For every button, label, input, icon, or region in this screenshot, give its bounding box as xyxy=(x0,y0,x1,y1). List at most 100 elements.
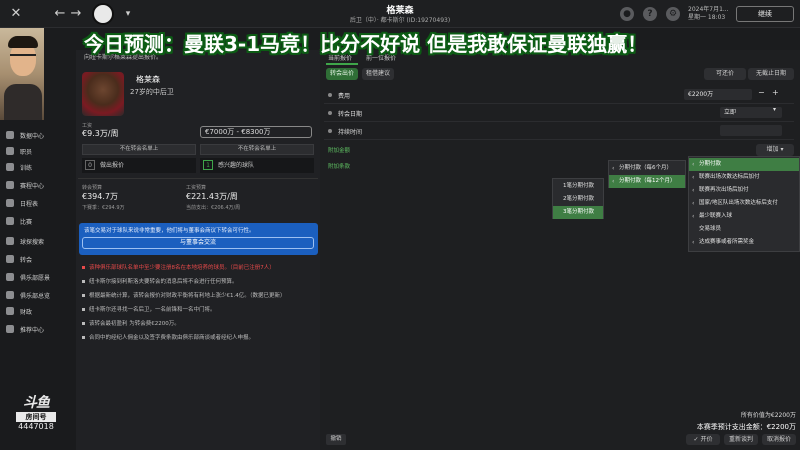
bullet-text: 纽卡斯尔接到利斯洛夫要转会的消息后将不会进行任何预算。 xyxy=(89,279,238,285)
make-offer-button[interactable]: ✓ 开价 xyxy=(686,434,720,445)
bullet-dot xyxy=(82,280,85,283)
bullet-dot xyxy=(82,322,85,325)
help-icon[interactable]: ? xyxy=(643,7,657,21)
close-icon[interactable]: ✕ xyxy=(6,4,26,24)
menu-item-min-league-goals[interactable]: ‹ 最少联赛入球 xyxy=(689,210,799,223)
menu-item-label: 1笔分期付款 xyxy=(563,183,594,189)
duration-label: 持续时间 xyxy=(338,129,363,136)
transfer-date-label: 转会日期 xyxy=(338,111,363,118)
sidebar-item-staff[interactable]: 职员 xyxy=(6,144,32,158)
sidebar-item-club-vision[interactable]: 俱乐部愿景 xyxy=(6,270,50,284)
sidebar-item-calendar[interactable]: 日程表 xyxy=(6,196,38,210)
sidebar-item-data-center[interactable]: 数据中心 xyxy=(6,128,44,142)
player-name[interactable]: 格莱森 xyxy=(136,74,160,85)
info-bullet: 根据最新统计算，该转会报价对财政平衡将有利地上涨少€1.4亿。（数据已更新） xyxy=(82,291,286,299)
bullet-dot xyxy=(82,266,85,269)
sidebar-item-matches[interactable]: 比赛 xyxy=(6,214,32,228)
webcam-hair xyxy=(8,36,38,48)
add-clause-label: 附加条款 xyxy=(328,164,351,170)
transfer-budget-value: €394.7万 xyxy=(82,192,118,201)
date-label: 2024年7月1... xyxy=(688,6,729,13)
interested-count: 1 xyxy=(203,160,213,170)
notifications-icon[interactable]: ● xyxy=(620,7,634,21)
forward-icon[interactable]: → xyxy=(66,4,86,24)
make-offer-label: 开价 xyxy=(700,436,713,443)
training-icon xyxy=(6,163,14,171)
transfer-offer-button[interactable]: 转会出价 xyxy=(326,68,358,80)
menu-item-label: 交易球员 xyxy=(699,226,722,232)
menu-item-international-caps[interactable]: ‹ 国家/地区队出场次数达标后支付 xyxy=(689,197,799,210)
menu-item-3-installments[interactable]: 3笔分期付款 xyxy=(553,206,603,219)
menu-item-label: 3笔分期付款 xyxy=(563,209,594,215)
menu-item-every-6-months[interactable]: ‹ 分期付款（每6个月） xyxy=(609,162,685,175)
divider xyxy=(78,178,318,179)
menu-item-every-12-months[interactable]: ‹ 分期付款（每12个月） xyxy=(609,175,685,188)
fee-increase-icon[interactable]: + xyxy=(772,88,779,97)
negotiable-button[interactable]: 可还价 xyxy=(704,68,746,80)
sidebar-item-training[interactable]: 训练 xyxy=(6,160,32,174)
menu-item-label: 国家/地区队出场次数达标后支付 xyxy=(699,200,778,206)
finance-icon xyxy=(6,307,14,315)
sidebar-item-club-overview[interactable]: 俱乐部总览 xyxy=(6,288,50,302)
duration-select[interactable] xyxy=(720,125,782,136)
menu-item-player-exchange[interactable]: 交易球员 xyxy=(689,223,799,236)
bids-label: 做出报价 xyxy=(100,162,125,169)
undo-button[interactable]: 撤销 xyxy=(326,434,346,445)
sidebar-item-scouting[interactable]: 球探搜索 xyxy=(6,234,44,248)
wage-budget-value: €221.43万/周 xyxy=(186,192,238,201)
menu-item-installments[interactable]: ‹ 分期付款 xyxy=(689,158,799,171)
time-label: 星期一 18:03 xyxy=(688,14,726,21)
sidebar-item-recommendations[interactable]: 推荐中心 xyxy=(6,322,44,336)
sidebar-item-schedule-center[interactable]: 赛程中心 xyxy=(6,178,44,192)
menu-item-competition-bonus[interactable]: ‹ 达成赛事或者所需奖金 xyxy=(689,236,799,249)
sidebar-item-label: 比赛 xyxy=(20,218,33,226)
info-bullet: 纽卡斯尔接到利斯洛夫要转会的消息后将不会进行任何预算。 xyxy=(82,277,238,285)
bullet-dot xyxy=(82,294,85,297)
sidebar-item-label: 职员 xyxy=(20,148,33,156)
cancel-offer-button[interactable]: 取消报价 xyxy=(762,434,796,445)
data-center-icon xyxy=(6,131,14,139)
chevron-left-icon: ‹ xyxy=(692,239,695,246)
continue-button[interactable]: 继续 xyxy=(736,6,794,22)
talk-to-board-button[interactable]: 与董事会交流 xyxy=(82,237,314,249)
sidebar-item-label: 数据中心 xyxy=(20,132,45,140)
menu-item-league-appearances[interactable]: ‹ 联赛出场次数达标后加付 xyxy=(689,171,799,184)
bullet-text: 根据最新统计算，该转会报价对财政平衡将有利地上涨少€1.4亿。（数据已更新） xyxy=(89,293,286,299)
add-button[interactable]: 增加 ▾ xyxy=(756,144,794,156)
menu-item-label: 分期付款 xyxy=(699,161,722,167)
total-value-text: 所有价值为€2200万 xyxy=(740,412,796,419)
menu-item-label: 联赛再次出场后加付 xyxy=(699,187,749,193)
info-bullet: 该转会最初盈利 为转会费€2200万。 xyxy=(82,319,180,327)
menu-item-label: 联赛出场次数达标后加付 xyxy=(699,174,760,180)
chevron-left-icon: ‹ xyxy=(692,213,695,220)
sidebar-item-label: 日程表 xyxy=(20,200,39,208)
duration-dot-icon xyxy=(328,129,332,133)
installment-count-menu: 1笔分期付款 2笔分期付款 3笔分期付款 xyxy=(552,178,604,219)
loan-offer-button[interactable]: 租借建议 xyxy=(362,68,394,80)
club-crest-icon[interactable] xyxy=(92,3,114,25)
bullet-dot xyxy=(82,308,85,311)
fee-decrease-icon[interactable]: − xyxy=(758,88,765,97)
sidebar-item-transfers[interactable]: 转会 xyxy=(6,252,32,266)
fee-input[interactable]: €2200万 xyxy=(684,89,752,100)
sidebar-item-label: 财政 xyxy=(20,308,33,316)
settings-icon[interactable]: ⚙ xyxy=(666,7,680,21)
chevron-down-icon[interactable]: ▾ xyxy=(773,106,776,113)
club-icon xyxy=(6,291,14,299)
chevron-down-icon[interactable]: ▾ xyxy=(118,4,138,24)
menu-item-league-reappearance[interactable]: ‹ 联赛再次出场后加付 xyxy=(689,184,799,197)
sidebar-item-label: 赛程中心 xyxy=(20,182,45,190)
no-deadline-button[interactable]: 无截止日期 xyxy=(748,68,794,80)
recommend-icon xyxy=(6,325,14,333)
sidebar-item-label: 俱乐部愿景 xyxy=(20,274,51,282)
bullet-text: 该种俱乐部球队名单中至少要注册8名在本地培养的球员。（目前已注册7人） xyxy=(89,265,275,271)
chevron-left-icon: ‹ xyxy=(612,178,615,185)
sidebar-item-finances[interactable]: 财政 xyxy=(6,304,32,318)
sidebar-item-label: 推荐中心 xyxy=(20,326,45,334)
menu-item-1-installment[interactable]: 1笔分期付款 xyxy=(553,180,603,193)
schedule-icon xyxy=(6,181,14,189)
webcam-shirt xyxy=(4,84,42,120)
menu-item-2-installments[interactable]: 2笔分期付款 xyxy=(553,193,603,206)
interested-clubs-row[interactable]: 1 感兴趣的球队 xyxy=(200,158,314,173)
renegotiate-button[interactable]: 重新谈判 xyxy=(724,434,758,445)
